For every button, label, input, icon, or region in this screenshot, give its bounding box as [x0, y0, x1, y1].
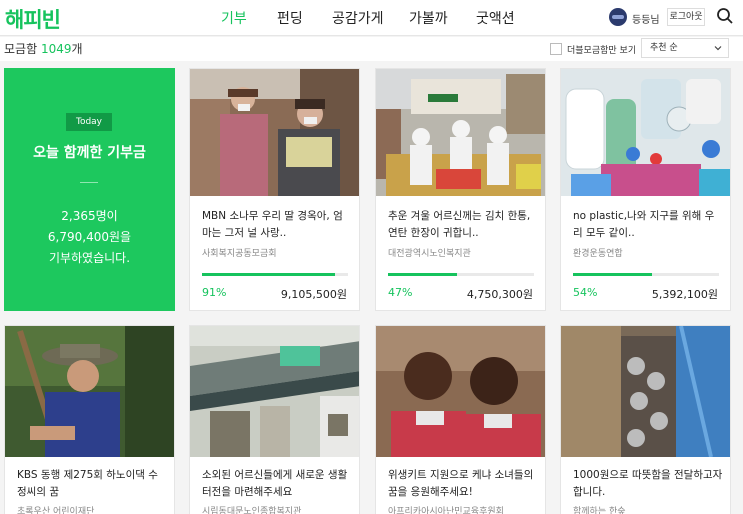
today-message: 기부하였습니다. — [48, 251, 131, 265]
card-organization: 사회복지공동모금회 — [202, 249, 277, 259]
happybean-logo[interactable]: 해피빈 — [5, 4, 61, 34]
progress-bar — [388, 273, 534, 276]
card-organization: 시립동대문노인종합복지관 — [202, 507, 302, 514]
progress-percent: 91% — [202, 286, 227, 299]
card-title[interactable]: 1000원으로 따뜻함을 전달하고자 합니다. — [573, 467, 723, 501]
fundraiser-card[interactable]: 추운 겨울 어르신께는 김치 한통, 연탄 한장이 귀합니.. 대전광역시노인복… — [375, 68, 546, 311]
card-organization: 초록우산 어린이재단 — [17, 507, 95, 514]
today-divider — [80, 182, 98, 183]
sort-select[interactable]: 추천 순 — [641, 38, 729, 58]
today-title: 오늘 함께한 기부금 — [33, 145, 146, 161]
search-icon[interactable] — [716, 7, 734, 25]
card-thumbnail[interactable] — [561, 326, 731, 457]
fundraiser-card[interactable]: 1000원으로 따뜻함을 전달하고자 합니다. 함께하는 한숲 — [560, 325, 731, 514]
double-only-checkbox[interactable] — [550, 43, 562, 55]
today-badge: Today — [66, 113, 112, 131]
count-value: 1049 — [40, 42, 72, 56]
count-prefix: 모금함 — [4, 42, 41, 56]
card-thumbnail[interactable] — [376, 69, 546, 196]
card-organization: 대전광역시노인복지관 — [388, 249, 471, 259]
list-toolbar: 모금함 1049개 더블모금함만 보기 추천 순 — [0, 37, 743, 61]
fundraiser-card[interactable]: KBS 동행 제275회 하노이댁 수정씨의 꿈 초록우산 어린이재단 — [4, 325, 175, 514]
progress-bar — [573, 273, 719, 276]
progress-bar — [202, 273, 348, 276]
fundraiser-card[interactable]: 소외된 어르신들에게 새로운 생활터전을 마련해주세요 시립동대문노인종합복지관 — [189, 325, 360, 514]
card-organization: 아프리카아시아난민교육후원회 — [388, 507, 504, 514]
nav-good-action[interactable]: 굿액션 — [476, 8, 515, 28]
logout-button[interactable]: 로그아웃 — [667, 8, 705, 26]
progress-percent: 47% — [388, 286, 413, 299]
nav-visit[interactable]: 가볼까 — [409, 8, 448, 28]
fundraiser-card[interactable]: MBN 소나무 우리 딸 경옥아, 엄마는 그저 널 사랑.. 사회복지공동모금… — [189, 68, 360, 311]
card-title[interactable]: MBN 소나무 우리 딸 경옥아, 엄마는 그저 널 사랑.. — [202, 208, 352, 242]
today-summary-card: Today 오늘 함께한 기부금 2,365명이 6,790,400원을 기부하… — [4, 68, 175, 311]
nav-funding[interactable]: 펀딩 — [277, 8, 303, 28]
nav-donate[interactable]: 기부 — [221, 8, 247, 28]
raised-amount: 9,105,500원 — [280, 288, 347, 301]
chevron-down-icon — [714, 46, 722, 51]
card-organization: 함께하는 한숲 — [573, 507, 626, 514]
card-thumbnail[interactable] — [376, 326, 546, 457]
nav-store[interactable]: 공감가게 — [332, 8, 384, 28]
fundraiser-card[interactable]: no plastic,나와 지구를 위해 우리 모두 같이.. 환경운동연합 5… — [560, 68, 731, 311]
card-organization: 환경운동연합 — [573, 249, 623, 259]
card-title[interactable]: 소외된 어르신들에게 새로운 생활터전을 마련해주세요 — [202, 467, 352, 501]
sort-value: 추천 순 — [650, 43, 678, 53]
card-thumbnail[interactable] — [561, 69, 731, 196]
card-thumbnail[interactable] — [190, 69, 360, 196]
top-header: 해피빈 기부 펀딩 공감가게 가볼까 굿액션 등등님 로그아웃 — [0, 0, 743, 36]
progress-fill — [388, 273, 457, 276]
today-amount: 6,790,400원을 — [47, 230, 132, 244]
user-avatar[interactable] — [609, 8, 627, 26]
fundraiser-card[interactable]: 위생키트 지원으로 케냐 소녀들의 꿈을 응원해주세요! 아프리카아시아난민교육… — [375, 325, 546, 514]
card-thumbnail[interactable] — [190, 326, 360, 457]
raised-amount: 5,392,100원 — [651, 288, 718, 301]
progress-percent: 54% — [573, 286, 598, 299]
raised-amount: 4,750,300원 — [466, 288, 533, 301]
card-title[interactable]: 추운 겨울 어르신께는 김치 한통, 연탄 한장이 귀합니.. — [388, 208, 538, 242]
card-title[interactable]: 위생키트 지원으로 케냐 소녀들의 꿈을 응원해주세요! — [388, 467, 538, 501]
card-title[interactable]: no plastic,나와 지구를 위해 우리 모두 같이.. — [573, 208, 723, 242]
double-only-label[interactable]: 더블모금함만 보기 — [567, 43, 636, 56]
card-thumbnail[interactable] — [5, 326, 175, 457]
progress-fill — [202, 273, 335, 276]
progress-fill — [573, 273, 652, 276]
card-title[interactable]: KBS 동행 제275회 하노이댁 수정씨의 꿈 — [17, 467, 167, 501]
today-donor-count: 2,365명이 — [61, 209, 118, 223]
count-suffix: 개 — [71, 42, 83, 56]
fundraiser-count: 모금함 1049개 — [4, 40, 83, 57]
user-name[interactable]: 등등님 — [632, 11, 660, 26]
